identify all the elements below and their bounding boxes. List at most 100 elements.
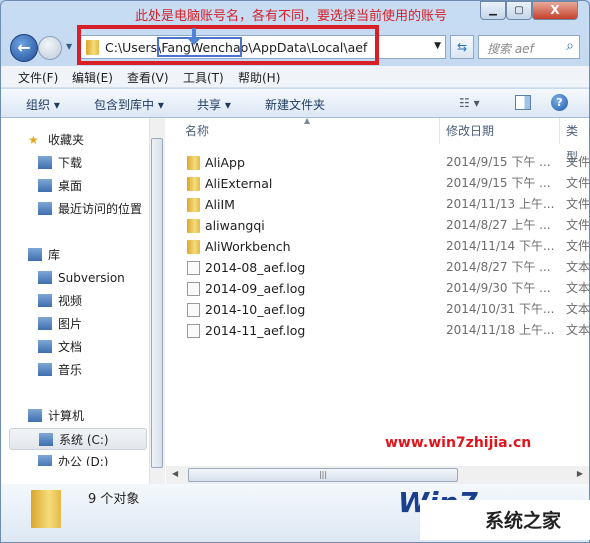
file-type: 文本 (566, 302, 590, 316)
sidebar-item[interactable]: 下载 (1, 152, 149, 174)
file-type: 文件 (566, 197, 590, 211)
back-button[interactable]: ← (10, 34, 38, 62)
file-date: 2014/9/15 下午 ... (446, 155, 551, 169)
file-row[interactable]: AliWorkbench 2014/11/14 下午... 文件 (170, 236, 590, 257)
pictures-icon (38, 317, 52, 330)
annotation-box (77, 25, 379, 65)
file-name: 2014-11_aef.log (205, 323, 306, 338)
folder-icon (187, 198, 200, 212)
file-row[interactable]: AliApp 2014/9/15 下午 ... 文件 (170, 152, 590, 173)
file-type: 文件 (566, 218, 590, 232)
menu-view[interactable]: 查看(V) (127, 69, 169, 86)
maximize-icon: ▢ (514, 5, 524, 16)
preview-pane-icon[interactable] (515, 95, 531, 110)
menu-file[interactable]: 文件(F) (18, 69, 58, 86)
sidebar-item-label: 最近访问的位置 (58, 202, 143, 216)
sidebar-item[interactable]: Subversion (1, 267, 149, 289)
file-name: AliIM (205, 197, 235, 212)
sort-ascending-icon: ▲ (304, 116, 311, 125)
text-file-icon (187, 282, 200, 296)
sidebar-item[interactable]: 图片 (1, 313, 149, 335)
file-row[interactable]: AliIM 2014/11/13 上午... 文件 (170, 194, 590, 215)
file-name: 2014-10_aef.log (205, 302, 306, 317)
column-divider[interactable] (439, 118, 440, 144)
sidebar-item[interactable]: 最近访问的位置 (1, 198, 149, 220)
menu-bar: 文件(F) 编辑(E) 查看(V) 工具(T) 帮助(H) (1, 66, 589, 88)
watermark-site-text: 系统之家 (485, 510, 562, 532)
include-in-library-button[interactable]: 包含到库中 ▾ (94, 96, 164, 113)
minimize-button[interactable]: ▁ (480, 1, 506, 20)
sidebar-item[interactable]: 库 (1, 244, 149, 266)
navigation-pane: ★ 收藏夹 下载 桌面最近访问的位置库 Subversion 视频图片文档音乐计算机 系统 … (1, 118, 149, 466)
sidebar-item-label: 图片 (58, 317, 83, 331)
file-date: 2014/9/30 下午 ... (446, 281, 551, 295)
share-button[interactable]: 共享 ▾ (197, 96, 231, 113)
annotation-text: 此处是电脑账号名，各有不同，要选择当前使用的账号 (135, 9, 448, 24)
refresh-button[interactable]: ⇆ (450, 35, 474, 59)
download-folder-icon (38, 156, 52, 169)
file-row[interactable]: 2014-11_aef.log 2014/11/18 上午... 文本 (170, 320, 590, 341)
computer-icon (28, 409, 42, 422)
folder-icon (187, 219, 200, 233)
organize-button[interactable]: 组织 ▾ (26, 96, 60, 113)
recent-places-icon (38, 202, 52, 215)
menu-edit[interactable]: 编辑(E) (72, 69, 113, 86)
sidebar-item[interactable]: 办公 (D:) (1, 451, 149, 466)
folder-icon (187, 177, 200, 191)
file-name: 2014-08_aef.log (205, 260, 306, 275)
file-type: 文本 (566, 281, 590, 295)
scroll-right-icon[interactable]: ▶ (577, 469, 583, 478)
folder-icon (187, 156, 200, 170)
close-button[interactable]: X (532, 1, 578, 20)
recent-pages-dropdown[interactable]: ▼ (66, 42, 72, 51)
file-type: 文件 (566, 155, 590, 169)
text-file-icon (187, 303, 200, 317)
file-row[interactable]: aliwangqi 2014/8/27 上午 ... 文件 (170, 215, 590, 236)
scroll-left-icon[interactable]: ◀ (172, 469, 178, 478)
file-type: 文件 (566, 239, 590, 253)
address-dropdown-icon[interactable]: ▼ (434, 41, 441, 51)
sidebar-item[interactable]: 系统 (C:) (9, 428, 147, 450)
file-type: 文件 (566, 176, 590, 190)
file-type: 文本 (566, 260, 590, 274)
sidebar-item[interactable]: 桌面 (1, 175, 149, 197)
search-input[interactable]: 搜索 aef ⌕ (478, 35, 580, 59)
file-row[interactable]: 2014-10_aef.log 2014/10/31 下午... 文本 (170, 299, 590, 320)
file-row[interactable]: 2014-09_aef.log 2014/9/30 下午 ... 文本 (170, 278, 590, 299)
view-options-icon[interactable]: ☷ ▾ (459, 96, 480, 110)
text-file-icon (187, 324, 200, 338)
column-header-name[interactable]: 名称 (185, 118, 209, 144)
item-count: 9 个对象 (88, 492, 140, 507)
sidebar-item[interactable]: ★ 收藏夹 (1, 129, 149, 151)
menu-tools[interactable]: 工具(T) (183, 69, 224, 86)
column-header-type[interactable]: 类型 (566, 118, 589, 164)
menu-help[interactable]: 帮助(H) (238, 69, 280, 86)
video-icon (38, 294, 52, 307)
annotation-arrowhead (187, 38, 201, 45)
sidebar-item-label: 视频 (58, 294, 83, 308)
maximize-button[interactable]: ▢ (506, 1, 532, 20)
folder-icon (187, 240, 200, 254)
horizontal-scroll-thumb[interactable]: ||| (188, 468, 458, 482)
sidebar-item[interactable]: 计算机 (1, 405, 149, 427)
sidebar-item[interactable]: 视频 (1, 290, 149, 312)
file-row[interactable]: 2014-08_aef.log 2014/8/27 下午 ... 文本 (170, 257, 590, 278)
column-divider[interactable] (559, 118, 560, 144)
sidebar-item[interactable]: 文档 (1, 336, 149, 358)
help-icon[interactable]: ? (551, 94, 568, 111)
star-icon: ★ (28, 133, 39, 147)
new-folder-button[interactable]: 新建文件夹 (265, 96, 325, 113)
sidebar-item[interactable]: 音乐 (1, 359, 149, 381)
forward-button[interactable] (38, 36, 62, 60)
folder-large-icon (31, 490, 61, 528)
file-date: 2014/8/27 下午 ... (446, 260, 551, 274)
navigation-scroll-thumb[interactable] (151, 138, 163, 468)
horizontal-scrollbar[interactable]: ◀ ||| ▶ (166, 466, 589, 484)
sidebar-item-label: 音乐 (58, 363, 83, 377)
library-icon (28, 248, 42, 261)
system-drive-icon (39, 433, 53, 446)
column-header-date[interactable]: 修改日期 (446, 118, 494, 144)
file-row[interactable]: AliExternal 2014/9/15 下午 ... 文件 (170, 173, 590, 194)
search-icon[interactable]: ⌕ (566, 38, 574, 54)
minimize-icon: ▁ (489, 5, 497, 16)
